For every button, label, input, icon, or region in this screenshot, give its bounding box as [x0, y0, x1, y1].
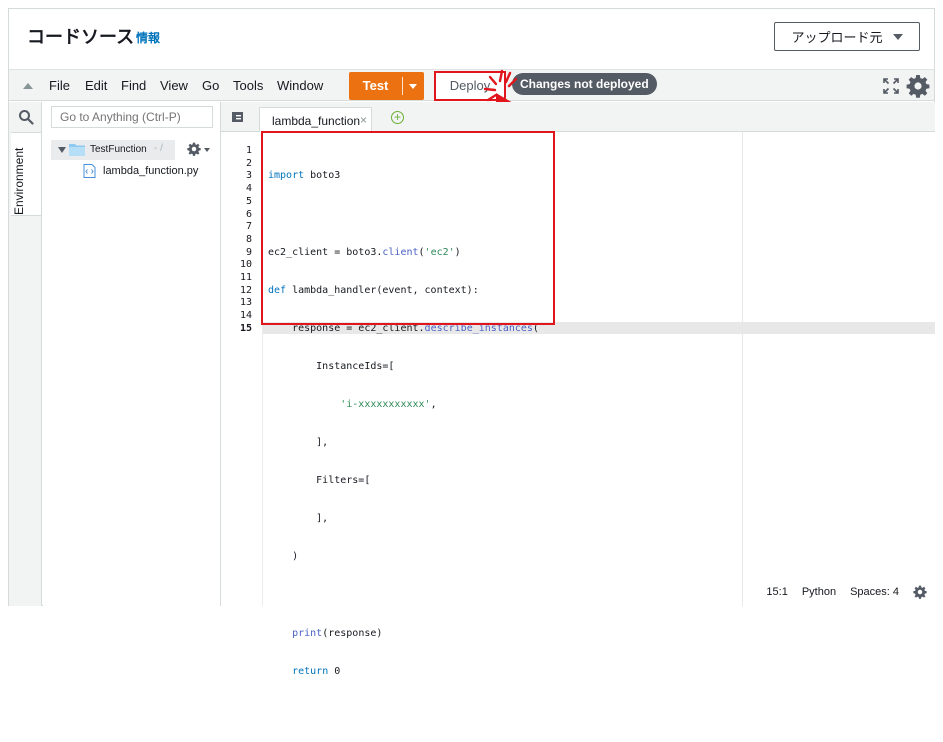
code-line: ], [268, 513, 329, 525]
line-number: 14 [239, 310, 252, 322]
code-line: InstanceIds=[ [268, 360, 395, 372]
menu-go[interactable]: Go [202, 78, 219, 93]
folder-icon [69, 144, 85, 156]
gear-caret-icon[interactable] [204, 148, 210, 152]
line-number: 15 [239, 322, 252, 334]
code-line: ], [268, 437, 329, 449]
gear-icon[interactable] [913, 585, 927, 599]
test-button-label: Test [362, 78, 389, 93]
tree-root-path: - / [154, 143, 163, 154]
status-badge: Changes not deployed [512, 73, 657, 95]
menu-find[interactable]: Find [121, 78, 146, 93]
line-gutter: 1 2 3 4 5 6 7 8 9 10 11 12 13 14 15 [221, 132, 263, 606]
upload-from-label: アップロード元 [791, 30, 883, 45]
cursor-position[interactable]: 15:1 [766, 586, 787, 598]
fullscreen-icon[interactable] [882, 77, 900, 95]
line-number: 8 [245, 233, 252, 245]
code-line: 'i-xxxxxxxxxxx', [340, 398, 437, 410]
language-mode[interactable]: Python [802, 586, 836, 598]
go-to-anything-input[interactable] [51, 106, 213, 128]
editor-status-bar: 15:1 Python Spaces: 4 [766, 582, 927, 602]
page-title: コードソース [27, 27, 135, 47]
line-number: 5 [245, 195, 252, 207]
tab-list-icon[interactable] [232, 112, 243, 122]
code-line: Filters=[ [268, 475, 371, 487]
search-icon[interactable] [18, 109, 34, 125]
caret-down-icon [892, 33, 903, 40]
editor-tabbar: lambda_function × + [221, 102, 935, 132]
line-number: 3 [245, 170, 252, 182]
ide-menubar: File Edit Find View Go Tools Window Test… [9, 69, 934, 101]
environment-strip: Environment [9, 102, 42, 606]
line-number: 1 [245, 145, 252, 156]
tab-environment[interactable]: Environment [11, 132, 41, 216]
menu-view[interactable]: View [160, 78, 188, 93]
add-tab-icon[interactable]: + [391, 111, 404, 124]
tab-environment-label: Environment [12, 147, 26, 215]
line-number: 2 [245, 157, 252, 169]
line-number: 12 [239, 284, 252, 296]
test-button[interactable]: Test [349, 72, 424, 100]
code-line: return 0 [292, 665, 341, 677]
line-number: 13 [239, 297, 252, 309]
panel-header: コードソース 情報 アップロード元 [9, 9, 934, 65]
print-margin [742, 132, 743, 606]
line-number: 7 [245, 221, 252, 233]
gear-icon[interactable] [187, 142, 201, 156]
tree-file-item[interactable]: lambda_function.py [103, 165, 198, 177]
line-number: 9 [245, 246, 252, 258]
line-number: 10 [239, 259, 252, 271]
menu-edit[interactable]: Edit [85, 78, 107, 93]
menu-window[interactable]: Window [277, 78, 323, 93]
tab-label: lambda_function [272, 114, 361, 128]
line-number: 4 [245, 183, 252, 195]
tree-root-folder[interactable]: TestFunction - / [51, 140, 175, 160]
tab-lambda-function[interactable]: lambda_function × [259, 107, 372, 132]
menu-file[interactable]: File [49, 78, 70, 93]
split-divider [402, 77, 403, 95]
code-line: ) [268, 551, 299, 563]
test-dropdown-icon[interactable] [409, 84, 417, 89]
line-number: 6 [245, 208, 252, 220]
indent-setting[interactable]: Spaces: 4 [850, 586, 899, 598]
code-line: print(response) [292, 627, 383, 639]
settings-gear-icon[interactable] [906, 74, 930, 98]
collapse-up-icon[interactable] [23, 83, 33, 89]
python-file-icon [83, 164, 96, 178]
file-tree-panel: TestFunction - / lambda_function.py [43, 102, 221, 606]
tree-root-label: TestFunction [90, 144, 147, 155]
expand-caret-icon[interactable] [58, 147, 66, 153]
upload-from-button[interactable]: アップロード元 [774, 22, 920, 51]
line-number: 11 [239, 272, 252, 283]
info-link[interactable]: 情報 [136, 29, 160, 46]
menu-tools[interactable]: Tools [233, 78, 263, 93]
code-highlight-box [261, 131, 555, 325]
close-icon[interactable]: × [360, 113, 367, 127]
